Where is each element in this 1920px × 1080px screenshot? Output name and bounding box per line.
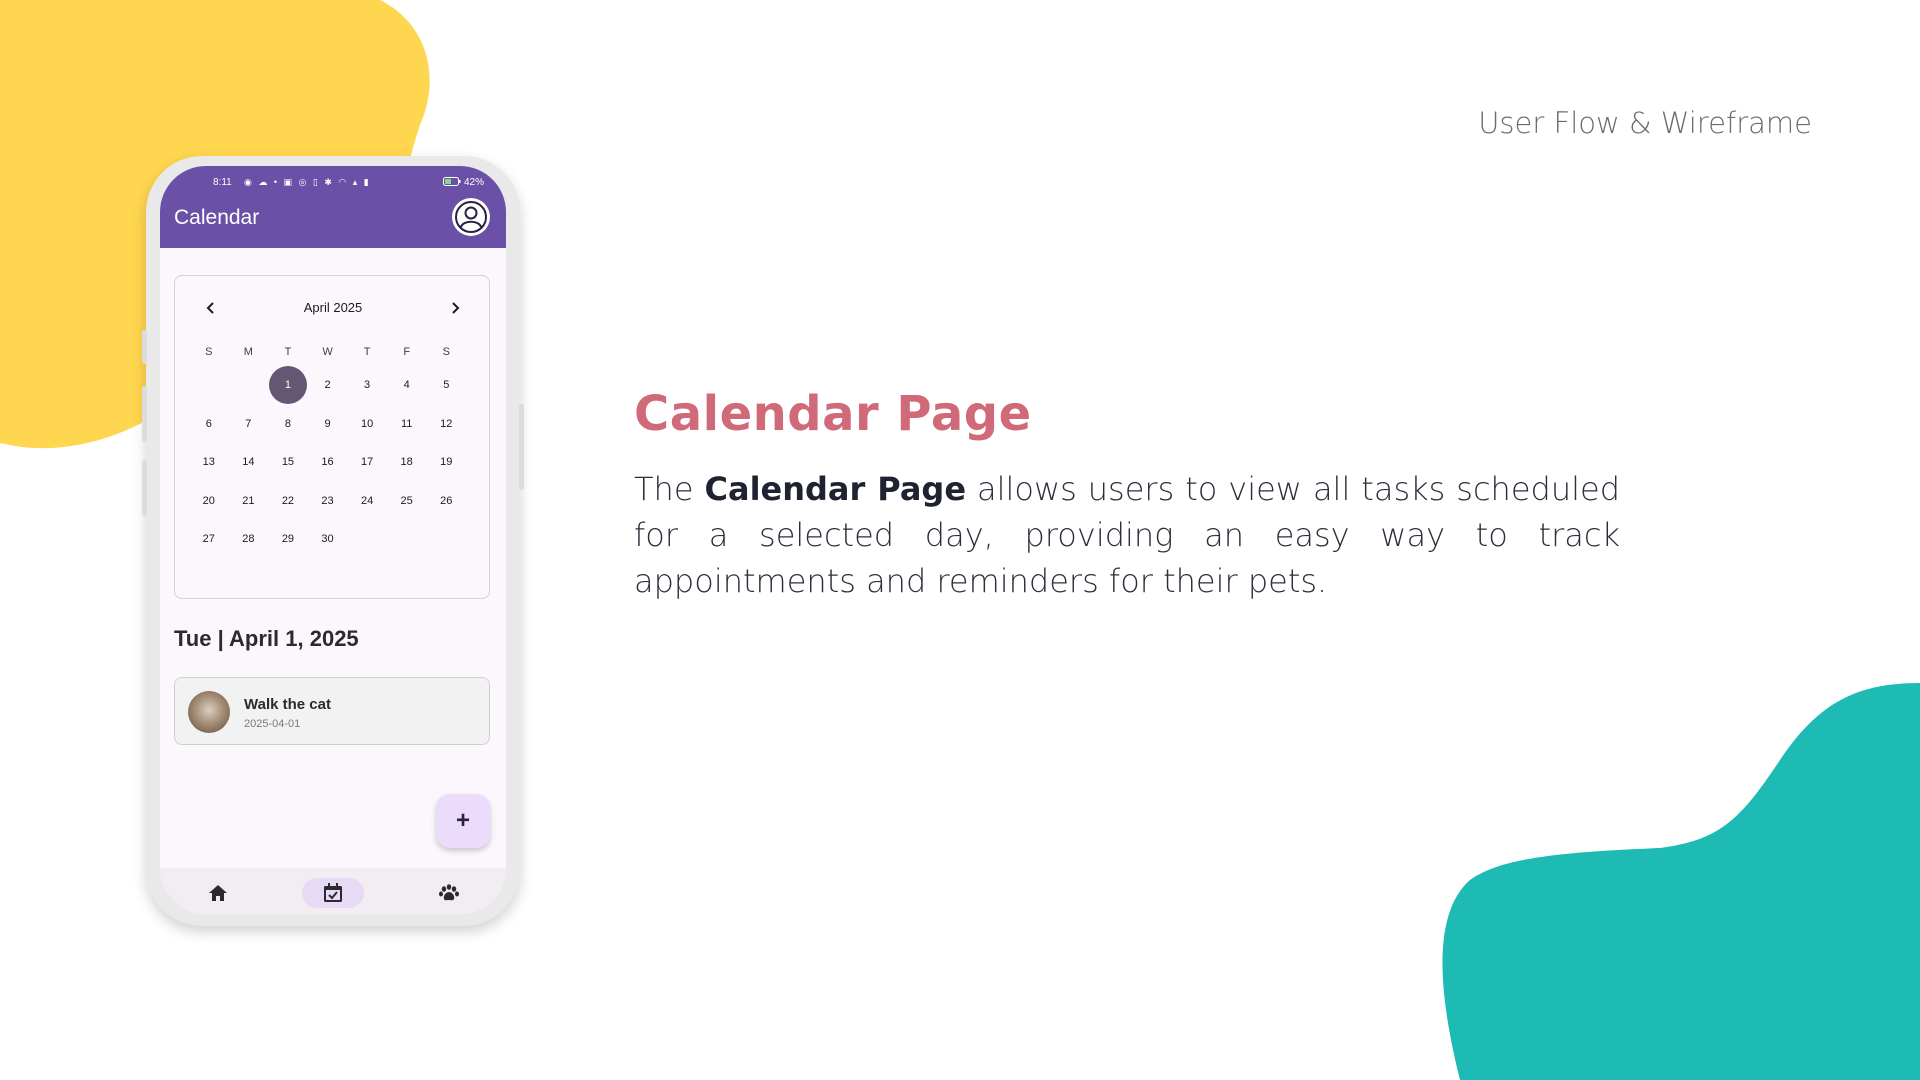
task-title: Walk the cat bbox=[244, 696, 331, 713]
weekday-label: S bbox=[442, 346, 450, 358]
nav-calendar[interactable] bbox=[302, 878, 364, 908]
calendar-day[interactable]: 26 bbox=[426, 482, 466, 520]
calendar-day[interactable]: 27 bbox=[189, 520, 229, 558]
header-label: User Flow & Wireframe bbox=[1478, 106, 1812, 140]
calendar-day-empty bbox=[229, 366, 269, 404]
add-task-button[interactable]: + bbox=[436, 794, 490, 848]
battery-icon bbox=[443, 177, 461, 186]
calendar-day[interactable]: 22 bbox=[268, 482, 308, 520]
chevron-right-icon bbox=[452, 302, 460, 314]
next-month-button[interactable] bbox=[445, 298, 465, 318]
calendar-day[interactable]: 25 bbox=[387, 482, 427, 520]
calendar-day[interactable]: 5 bbox=[426, 366, 466, 404]
weekday-header-row: S M T W T F S bbox=[189, 338, 466, 366]
calendar-day[interactable]: 17 bbox=[347, 443, 387, 481]
calendar-day[interactable]: 3 bbox=[347, 366, 387, 404]
user-circle-icon bbox=[455, 201, 487, 233]
calendar-grid: S M T W T F S 1 2 3 4 5 6 7 8 9 10 11 12… bbox=[189, 338, 466, 559]
calendar-day[interactable]: 14 bbox=[229, 443, 269, 481]
selected-date-heading: Tue | April 1, 2025 bbox=[174, 626, 359, 651]
app-title: Calendar bbox=[174, 206, 260, 229]
calendar-day[interactable]: 20 bbox=[189, 482, 229, 520]
profile-button[interactable] bbox=[452, 198, 490, 236]
battery-percent: 42% bbox=[463, 177, 484, 188]
calendar-day[interactable]: 4 bbox=[387, 366, 427, 404]
description-prefix: The bbox=[634, 470, 705, 508]
calendar-week-row: 27 28 29 30 bbox=[189, 520, 466, 559]
calendar-day[interactable]: 28 bbox=[229, 520, 269, 558]
weekday-label: S bbox=[205, 346, 213, 358]
weekday-label: T bbox=[363, 346, 371, 358]
calendar-week-row: 20 21 22 23 24 25 26 bbox=[189, 482, 466, 521]
paw-icon bbox=[439, 884, 459, 901]
calendar-day-empty bbox=[387, 520, 427, 558]
calendar-day[interactable]: 6 bbox=[189, 405, 229, 443]
calendar-day[interactable]: 29 bbox=[268, 520, 308, 558]
calendar-day[interactable]: 12 bbox=[426, 405, 466, 443]
calendar-day[interactable]: 18 bbox=[387, 443, 427, 481]
calendar-day-empty bbox=[426, 520, 466, 558]
task-card[interactable]: Walk the cat 2025-04-01 bbox=[174, 677, 490, 745]
calendar-day[interactable]: 7 bbox=[229, 405, 269, 443]
nav-home[interactable] bbox=[187, 878, 249, 908]
calendar-day[interactable]: 11 bbox=[387, 405, 427, 443]
calendar-day[interactable]: 8 bbox=[268, 405, 308, 443]
calendar-day[interactable]: 10 bbox=[347, 405, 387, 443]
description-bold: Calendar Page bbox=[704, 470, 967, 508]
phone-side-button bbox=[142, 386, 147, 442]
bottom-nav bbox=[160, 868, 506, 914]
phone-power-button bbox=[519, 404, 524, 490]
status-bar: 8:11 ◉ ☁ • ▣ ◎ ▯ ✱ ◠ ▴ ▮ 42% bbox=[160, 173, 506, 193]
calendar-week-row: 1 2 3 4 5 bbox=[189, 366, 466, 405]
calendar-day[interactable]: 21 bbox=[229, 482, 269, 520]
calendar-check-icon bbox=[324, 883, 342, 902]
teal-blob-shape bbox=[1442, 683, 1920, 1080]
calendar-day-empty bbox=[347, 520, 387, 558]
nav-pets[interactable] bbox=[418, 878, 480, 908]
calendar-card: April 2025 S M T W T F S 1 2 3 4 5 6 7 8… bbox=[174, 275, 490, 599]
calendar-month-label: April 2025 bbox=[303, 300, 363, 315]
page-heading: Calendar Page bbox=[634, 386, 1032, 442]
calendar-week-row: 6 7 8 9 10 11 12 bbox=[189, 405, 466, 444]
phone-side-button bbox=[142, 330, 147, 364]
calendar-day[interactable]: 30 bbox=[308, 520, 348, 558]
calendar-day[interactable]: 13 bbox=[189, 443, 229, 481]
calendar-day[interactable]: 2 bbox=[308, 366, 348, 404]
pet-avatar bbox=[188, 691, 230, 733]
home-icon bbox=[209, 885, 227, 901]
calendar-day[interactable]: 16 bbox=[308, 443, 348, 481]
status-icons: ◉ ☁ • ▣ ◎ ▯ ✱ ◠ ▴ ▮ bbox=[244, 177, 371, 187]
calendar-day-selected[interactable]: 1 bbox=[268, 366, 308, 405]
calendar-day[interactable]: 9 bbox=[308, 405, 348, 443]
status-time: 8:11 bbox=[213, 177, 232, 188]
calendar-day[interactable]: 15 bbox=[268, 443, 308, 481]
phone-side-button bbox=[142, 460, 147, 516]
calendar-day[interactable]: 24 bbox=[347, 482, 387, 520]
weekday-label: W bbox=[322, 346, 333, 358]
calendar-day[interactable]: 19 bbox=[426, 443, 466, 481]
calendar-day[interactable]: 23 bbox=[308, 482, 348, 520]
status-battery: 42% bbox=[443, 177, 484, 188]
weekday-label: T bbox=[284, 346, 292, 358]
page-description: The Calendar Page allows users to view a… bbox=[634, 466, 1620, 604]
calendar-week-row: 13 14 15 16 17 18 19 bbox=[189, 443, 466, 482]
day-number: 1 bbox=[284, 379, 291, 392]
app-bar: 8:11 ◉ ☁ • ▣ ◎ ▯ ✱ ◠ ▴ ▮ 42% Calendar bbox=[160, 166, 506, 248]
task-date: 2025-04-01 bbox=[244, 718, 301, 730]
weekday-label: F bbox=[403, 346, 411, 358]
weekday-label: M bbox=[243, 346, 253, 358]
phone-screen: 8:11 ◉ ☁ • ▣ ◎ ▯ ✱ ◠ ▴ ▮ 42% Calendar Ap… bbox=[160, 166, 506, 914]
calendar-day-empty bbox=[189, 366, 229, 404]
